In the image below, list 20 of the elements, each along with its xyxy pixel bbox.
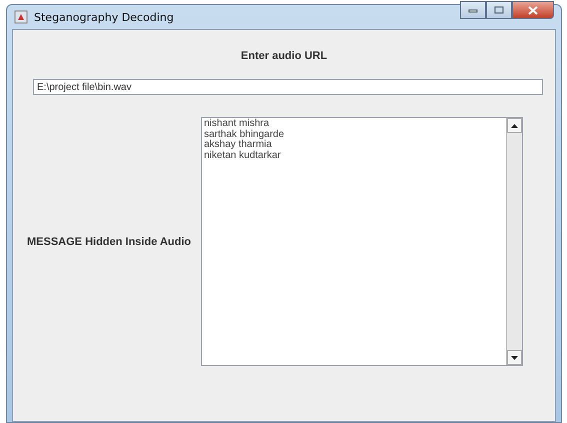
maximize-icon bbox=[494, 6, 504, 14]
message-text-area[interactable]: nishant mishra sarthak bhingarde akshay tharmia niketan kudtarkar bbox=[201, 117, 523, 366]
url-label: Enter audio URL bbox=[240, 50, 328, 62]
scroll-down-button[interactable] bbox=[507, 350, 522, 365]
message-line: nishant mishra bbox=[204, 119, 270, 130]
message-line: sarthak bhingarde bbox=[204, 130, 286, 140]
scroll-up-button[interactable] bbox=[507, 118, 522, 133]
minimize-button[interactable] bbox=[460, 1, 486, 19]
up-arrow-icon bbox=[511, 124, 518, 128]
scroll-bar[interactable] bbox=[506, 118, 522, 365]
url-field[interactable]: E:\project file\bin.wav bbox=[33, 79, 543, 95]
message-line: akshay tharmia bbox=[204, 140, 272, 150]
down-arrow-icon bbox=[511, 356, 518, 360]
close-button[interactable] bbox=[512, 1, 554, 19]
minimize-icon bbox=[468, 7, 478, 13]
window-title: Steganography Decoding bbox=[34, 10, 175, 24]
message-label: MESSAGE Hidden Inside Audio bbox=[26, 236, 192, 248]
maximize-button[interactable] bbox=[486, 1, 512, 19]
close-icon bbox=[528, 6, 538, 14]
message-line: niketan kudtarkar bbox=[204, 150, 282, 161]
